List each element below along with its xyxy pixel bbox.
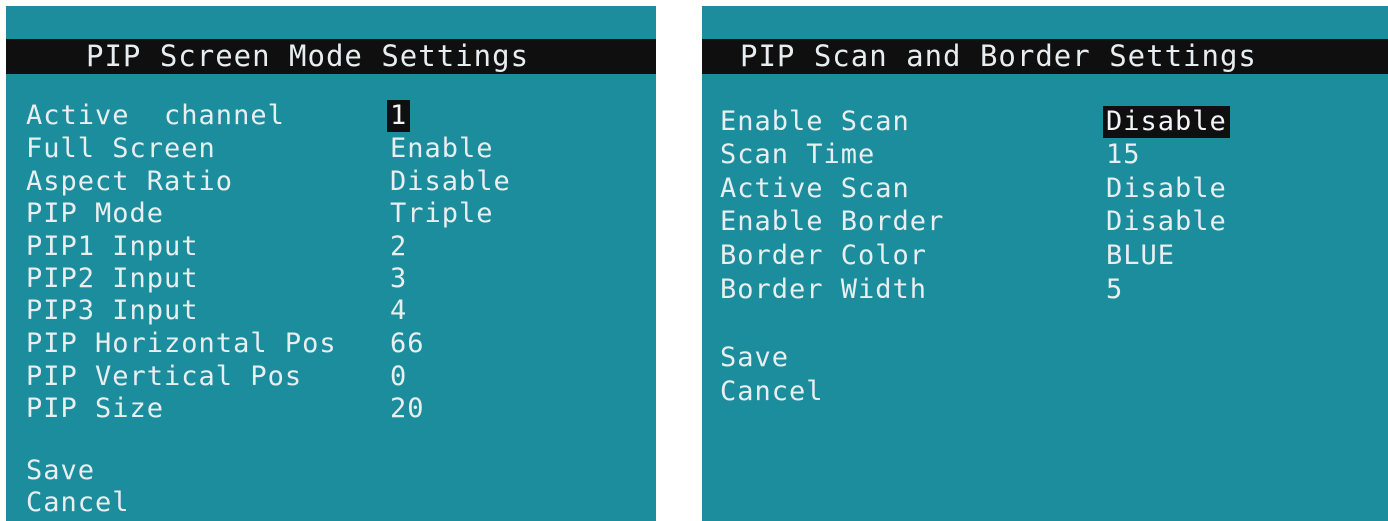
save-button[interactable]: Save bbox=[26, 455, 95, 487]
setting-row-scan-time[interactable]: Scan Time 15 bbox=[720, 139, 1140, 171]
cancel-button[interactable]: Cancel bbox=[720, 376, 824, 408]
cancel-button[interactable]: Cancel bbox=[26, 487, 130, 519]
setting-value[interactable]: Disable bbox=[390, 166, 511, 198]
setting-value[interactable]: Disable bbox=[1106, 206, 1227, 238]
setting-value[interactable]: 1 bbox=[387, 100, 411, 132]
setting-value[interactable]: 66 bbox=[390, 328, 425, 360]
setting-row-full-screen[interactable]: Full Screen Enable bbox=[26, 133, 493, 165]
setting-label: Aspect Ratio bbox=[26, 166, 234, 197]
setting-row-pip1-input[interactable]: PIP1 Input 2 bbox=[26, 231, 406, 263]
setting-label: Active Scan bbox=[720, 173, 910, 204]
setting-row-active-channel[interactable]: Active channel 1 bbox=[26, 100, 411, 132]
save-button[interactable]: Save bbox=[720, 342, 789, 374]
setting-label: PIP3 Input bbox=[26, 295, 199, 326]
setting-label: PIP Vertical Pos bbox=[26, 361, 303, 392]
setting-label: PIP Horizontal Pos bbox=[26, 328, 337, 359]
setting-row-aspect-ratio[interactable]: Aspect Ratio Disable bbox=[26, 166, 510, 198]
setting-row-enable-scan[interactable]: Enable Scan Disable bbox=[720, 106, 1230, 138]
setting-row-border-color[interactable]: Border Color BLUE bbox=[720, 240, 1174, 272]
setting-label: PIP Size bbox=[26, 393, 165, 424]
setting-label: PIP Mode bbox=[26, 198, 165, 229]
setting-value[interactable]: 4 bbox=[390, 295, 407, 327]
setting-row-pip3-input[interactable]: PIP3 Input 4 bbox=[26, 295, 406, 327]
setting-value[interactable]: 15 bbox=[1106, 139, 1141, 171]
setting-row-enable-border[interactable]: Enable Border Disable bbox=[720, 206, 1226, 238]
setting-value[interactable]: 0 bbox=[390, 361, 407, 393]
setting-label: Border Width bbox=[720, 274, 928, 305]
setting-value[interactable]: Triple bbox=[390, 198, 494, 230]
panel-title: PIP Scan and Border Settings bbox=[702, 39, 1388, 74]
setting-row-pip-mode[interactable]: PIP Mode Triple bbox=[26, 198, 493, 230]
setting-value[interactable]: 20 bbox=[390, 393, 425, 425]
pip-screen-mode-settings-panel: PIP Screen Mode Settings Active channel … bbox=[6, 6, 656, 521]
setting-value[interactable]: 3 bbox=[390, 263, 407, 295]
setting-value[interactable]: Disable bbox=[1103, 106, 1230, 138]
setting-value[interactable]: BLUE bbox=[1106, 240, 1175, 272]
setting-label: PIP2 Input bbox=[26, 263, 199, 294]
setting-row-pip2-input[interactable]: PIP2 Input 3 bbox=[26, 263, 406, 295]
setting-value[interactable]: Enable bbox=[390, 133, 494, 165]
setting-label: PIP1 Input bbox=[26, 231, 199, 262]
pip-scan-border-settings-panel: PIP Scan and Border Settings Enable Scan… bbox=[702, 6, 1388, 521]
setting-value[interactable]: Disable bbox=[1106, 173, 1227, 205]
panel-title: PIP Screen Mode Settings bbox=[6, 39, 656, 74]
setting-row-pip-size[interactable]: PIP Size 20 bbox=[26, 393, 424, 425]
setting-label: Enable Scan bbox=[720, 106, 910, 137]
setting-label: Enable Border bbox=[720, 206, 945, 237]
setting-label: Scan Time bbox=[720, 139, 876, 170]
setting-value[interactable]: 5 bbox=[1106, 274, 1123, 306]
setting-label: Active channel bbox=[26, 100, 285, 131]
setting-row-pip-horizontal-pos[interactable]: PIP Horizontal Pos 66 bbox=[26, 328, 424, 360]
setting-label: Full Screen bbox=[26, 133, 216, 164]
setting-row-active-scan[interactable]: Active Scan Disable bbox=[720, 173, 1226, 205]
setting-row-border-width[interactable]: Border Width 5 bbox=[720, 274, 1122, 306]
setting-label: Border Color bbox=[720, 240, 928, 271]
setting-value[interactable]: 2 bbox=[390, 231, 407, 263]
setting-row-pip-vertical-pos[interactable]: PIP Vertical Pos 0 bbox=[26, 361, 406, 393]
